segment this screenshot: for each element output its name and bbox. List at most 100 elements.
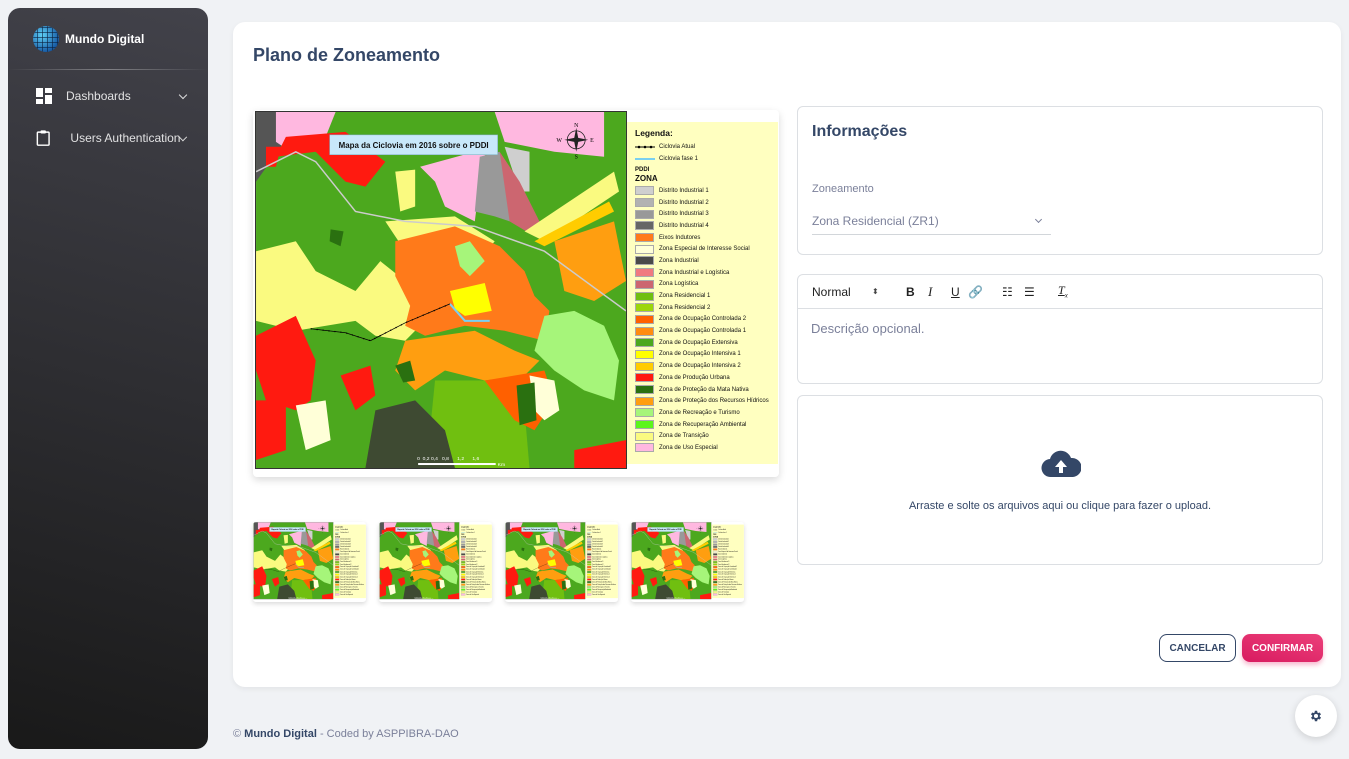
legend-label: Zona Residencial 1	[466, 561, 478, 563]
legend-label: Zona de Ocupação Intensiva 2	[340, 576, 358, 578]
underline-button[interactable]: U	[951, 285, 968, 299]
thumbnail[interactable]: Mapa da Ciclovia em 2016 sobre o PDDI N …	[631, 522, 744, 602]
upload-dropzone[interactable]: Arraste e solte os arquivos aqui ou cliq…	[797, 395, 1323, 565]
ordered-list-icon[interactable]: ☷	[1002, 285, 1024, 299]
legend-item: Eixos Indutores	[635, 232, 770, 244]
legend-zona: ZONA	[635, 174, 658, 183]
map-legend: Legenda: Ciclovia Atual Ciclovia fase 1 …	[711, 524, 744, 599]
zoning-map: Mapa da Ciclovia em 2016 sobre o PDDI N …	[379, 522, 460, 600]
legend-label: Zona Residencial 1	[592, 561, 604, 563]
compass-n: N	[574, 123, 579, 129]
legend-label: Zona de Ocupação Controlada 2	[592, 566, 612, 568]
legend-label: Zona de Transição	[340, 591, 351, 593]
cancel-button[interactable]: CANCELAR	[1159, 634, 1236, 662]
legend-label: Distrito Industrial 1	[466, 538, 477, 541]
settings-button[interactable]	[1295, 695, 1337, 737]
info-card: Informações Zoneamento Zona Residencial …	[797, 106, 1323, 255]
zoneamento-label: Zoneamento	[812, 183, 874, 195]
legend-label: Zona de Produção Urbana	[340, 578, 356, 581]
legend-label: Zona de Recreação e Turismo	[592, 586, 610, 588]
legend-label: Distrito Industrial 1	[659, 187, 709, 194]
dashboard-icon	[36, 88, 52, 104]
format-select[interactable]: Normal	[812, 285, 872, 299]
sidebar-item-users-authentication[interactable]: Users Authentication	[36, 129, 188, 147]
legend-label: Zona de Recuperação Ambiental	[659, 421, 747, 428]
legend-item: Zona Logística	[635, 279, 770, 291]
legend-item: Zona de Ocupação Intensiva 2	[635, 360, 770, 372]
legend-item: Zona de Uso Especial	[335, 593, 364, 596]
legend-label: Zona Industrial	[718, 553, 727, 556]
legend-swatch	[635, 244, 654, 254]
map-legend: Legenda: Ciclovia Atual Ciclovia fase 1 …	[333, 524, 366, 599]
thumbnail[interactable]: Mapa da Ciclovia em 2016 sobre o PDDI N …	[505, 522, 618, 602]
thumbnail[interactable]: Mapa da Ciclovia em 2016 sobre o PDDI N …	[253, 522, 366, 602]
legend-label: Zona de Proteção da Mata Nativa	[592, 581, 612, 583]
legend-title: Legenda:	[635, 128, 673, 138]
legend-label: Zona de Ocupação Controlada 1	[718, 568, 738, 571]
legend-label: Zona de Ocupação Extensiva	[340, 571, 358, 573]
footer-brand[interactable]: Mundo Digital	[244, 728, 317, 740]
legend-swatch	[635, 198, 654, 208]
legend-label: Zona de Ocupação Controlada 2	[718, 566, 738, 568]
legend-label: Zona de Ocupação Controlada 1	[659, 328, 747, 335]
description-textarea[interactable]: Descrição opcional.	[798, 309, 1322, 348]
legend-label: Zona de Uso Especial	[592, 594, 605, 596]
legend-label: Zona de Recreação e Turismo	[340, 586, 358, 588]
map-image[interactable]: Mapa da Ciclovia em 2016 sobre o PDDI N …	[253, 110, 779, 477]
thumbnail-image: Mapa da Ciclovia em 2016 sobre o PDDI N …	[253, 522, 366, 601]
legend-label: Distrito Industrial 1	[340, 538, 351, 541]
compass-w: W	[556, 138, 562, 144]
legend-label: Zona de Ocupação Intensiva 2	[466, 576, 484, 578]
legend-label: Ciclovia fase 1	[718, 531, 727, 534]
confirm-button[interactable]: CONFIRMAR	[1242, 634, 1323, 662]
legend-label: Zona de Ocupação Extensiva	[592, 571, 610, 573]
legend-item: Zona de Transição	[635, 430, 770, 442]
bold-button[interactable]: B	[906, 285, 928, 299]
legend-item: Zona Residencial 2	[635, 302, 770, 314]
legend-item: Zona de Produção Urbana	[635, 372, 770, 384]
legend-label: Zona de Ocupação Intensiva 1	[466, 573, 484, 576]
legend-label: Distrito Industrial 4	[466, 546, 477, 548]
brand-logo[interactable]: Mundo Digital	[33, 26, 144, 52]
legend-label: Zona de Ocupação Controlada 1	[466, 568, 486, 571]
legend-item: Zona Industrial	[635, 255, 770, 267]
legend-swatch	[635, 349, 654, 359]
legend-label: Zona de Ocupação Controlada 1	[340, 568, 360, 571]
legend-label: Zona de Transição	[718, 591, 729, 593]
zoneamento-select[interactable]: Zona Residencial (ZR1)	[812, 207, 1051, 235]
legend-label: Distrito Industrial 3	[718, 543, 729, 546]
legend-label: Zona de Produção Urbana	[718, 578, 734, 581]
legend-label: Zona de Uso Especial	[466, 594, 479, 596]
legend-label: Zona Logística	[659, 281, 699, 288]
legend-swatch	[635, 186, 654, 196]
thumbnail-gallery: Mapa da Ciclovia em 2016 sobre o PDDI N …	[253, 522, 744, 602]
legend-label: Zona de Proteção dos Recursos Hídricos	[592, 583, 616, 586]
legend-label: Zona Especial de Interesse Social	[340, 551, 360, 553]
italic-button[interactable]: I	[928, 284, 951, 300]
legend-item: Zona de Proteção dos Recursos Hídricos	[635, 395, 770, 407]
legend-label: Zona de Produção Urbana	[592, 578, 608, 581]
legend-label: Distrito Industrial 2	[466, 541, 477, 543]
legend-label: Zona de Uso Especial	[718, 594, 731, 596]
legend-label: Zona Logística	[340, 558, 349, 561]
legend-line: Ciclovia fase 1	[635, 153, 770, 165]
legend-label: Eixos Indutores	[592, 548, 602, 551]
map-legend: Legenda: Ciclovia Atual Ciclovia fase 1 …	[627, 122, 778, 464]
map-title: Mapa da Ciclovia em 2016 sobre o PDDI	[339, 141, 489, 150]
clear-format-icon[interactable]: Tx	[1058, 283, 1068, 299]
thumbnail-image: Mapa da Ciclovia em 2016 sobre o PDDI N …	[505, 522, 618, 601]
legend-label: Zona Residencial 2	[659, 304, 711, 311]
legend-item: Distrito Industrial 1	[635, 185, 770, 197]
updown-icon[interactable]: ⬍	[872, 287, 906, 296]
legend-label: Zona de Recuperação Ambiental	[340, 588, 360, 591]
sidebar-item-dashboards[interactable]: Dashboards	[36, 88, 188, 104]
link-icon[interactable]: 🔗	[968, 285, 1002, 299]
legend-item: Distrito Industrial 2	[635, 197, 770, 209]
map-legend: Legenda: Ciclovia Atual Ciclovia fase 1 …	[459, 524, 492, 599]
legend-label: Zona Especial de Interesse Social	[592, 551, 612, 553]
legend-label: Zona de Proteção da Mata Nativa	[718, 581, 738, 583]
bullet-list-icon[interactable]: ☰	[1024, 285, 1058, 299]
thumbnail[interactable]: Mapa da Ciclovia em 2016 sobre o PDDI N …	[379, 522, 492, 602]
legend-label: Zona Residencial 1	[659, 293, 711, 300]
chevron-down-icon	[179, 132, 188, 141]
